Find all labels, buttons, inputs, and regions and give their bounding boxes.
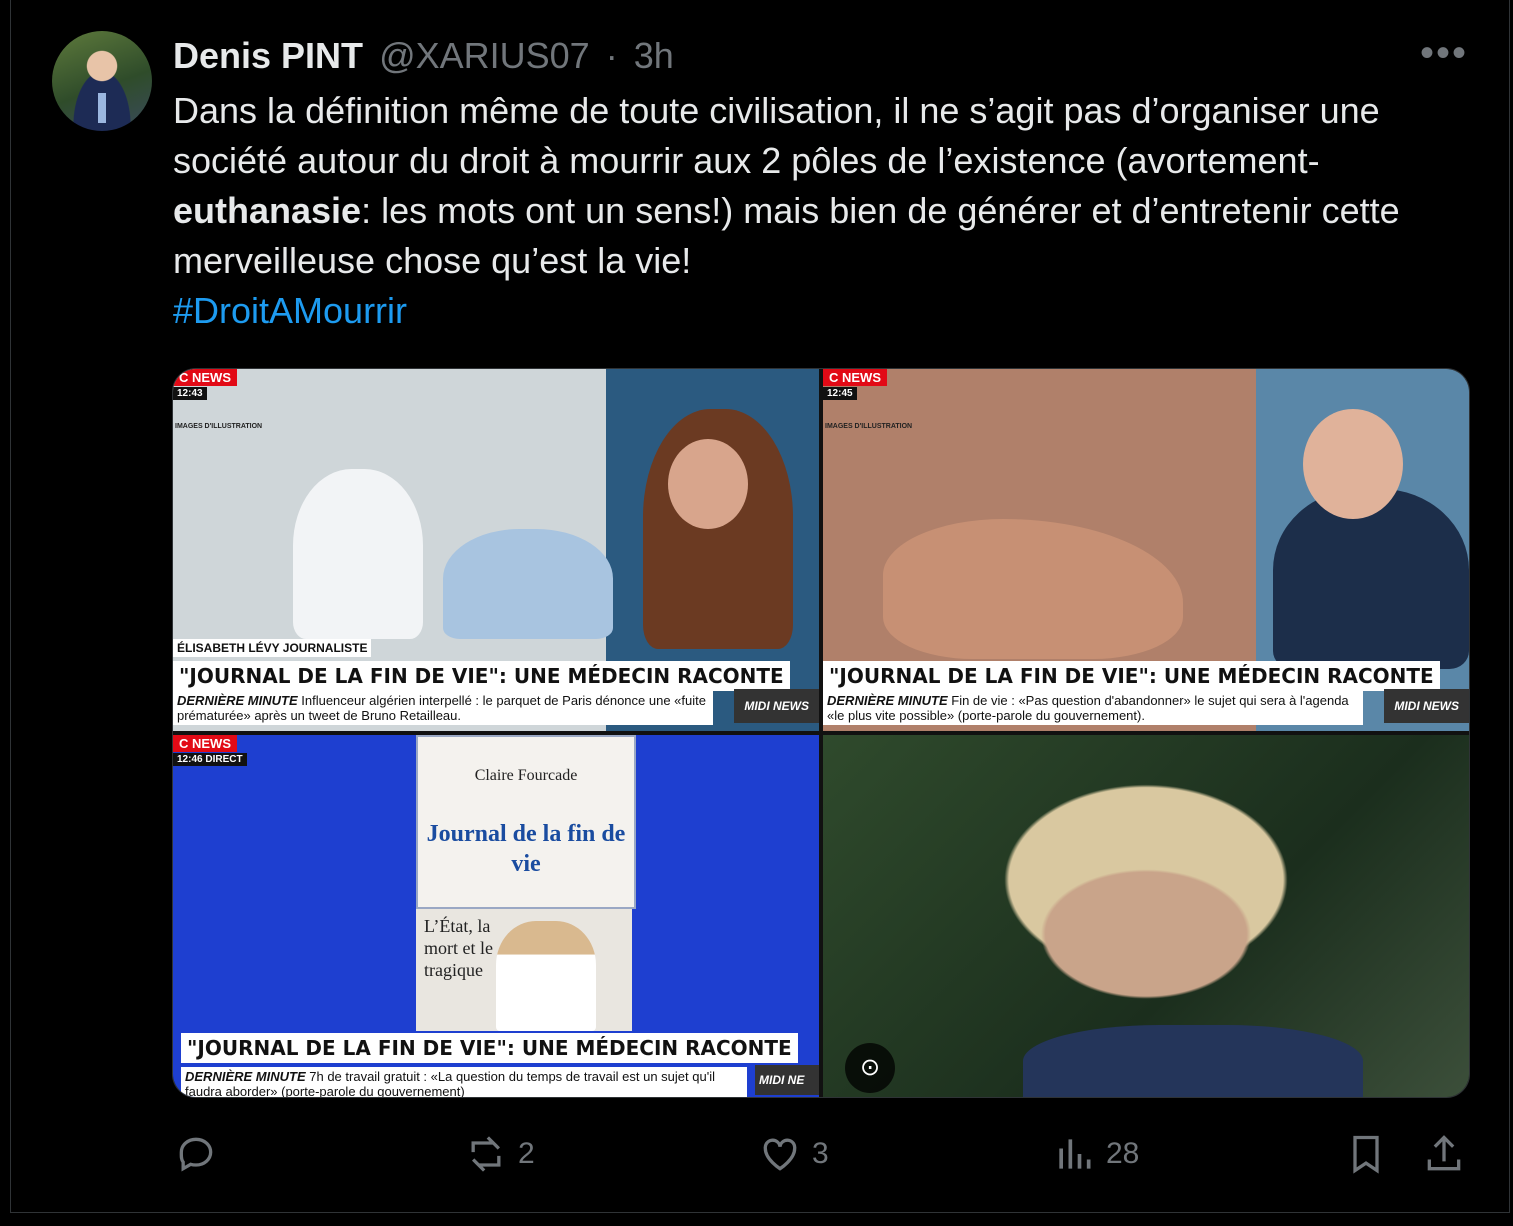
nurse-figure	[293, 469, 423, 639]
program-name: MIDI NE	[755, 1065, 819, 1095]
name-tag: ÉLISABETH LÉVY JOURNALISTE	[173, 639, 372, 657]
program-name: MIDI NEWS	[734, 689, 819, 723]
author-handle[interactable]: @XARIUS07	[379, 35, 590, 76]
ticker-label: DERNIÈRE MINUTE	[827, 693, 948, 708]
guest-face	[1303, 409, 1403, 519]
hashtag-link[interactable]: #DroitAMourrir	[173, 286, 1483, 336]
author-photo	[496, 921, 596, 1031]
share-button[interactable]	[1422, 1126, 1466, 1182]
separator: ·	[605, 35, 618, 76]
reply-icon	[179, 1137, 213, 1172]
tweet-text-part1: Dans la définition même de toute civilis…	[173, 90, 1380, 181]
author-name[interactable]: Denis PINT	[173, 35, 363, 76]
headline: "JOURNAL DE LA FIN DE VIE": UNE MÉDECIN …	[173, 661, 790, 691]
camera-lens-icon[interactable]: ⊙	[845, 1043, 895, 1093]
clock: 12:46 DIRECT	[173, 753, 247, 766]
tweet-header: Denis PINT @XARIUS07 · 3h	[173, 34, 674, 78]
media-image-2[interactable]: C NEWS 12:45 IMAGES D'ILLUSTRATION "JOUR…	[823, 369, 1469, 731]
channel-logo: C NEWS	[173, 369, 237, 386]
patient-figure	[443, 529, 613, 639]
book-author: Claire Fourcade	[474, 767, 578, 784]
tweet-text-bold: euthanasie	[173, 190, 362, 231]
program-name: MIDI NEWS	[1384, 689, 1469, 723]
ticker: DERNIÈRE MINUTE Fin de vie : «Pas questi…	[823, 691, 1363, 725]
repost-count: 2	[518, 1137, 535, 1170]
tweet-text: Dans la définition même de toute civilis…	[173, 86, 1483, 336]
presenter-face	[668, 439, 748, 529]
media-image-3[interactable]: Claire Fourcade Journal de la fin de vie…	[173, 735, 819, 1097]
clock: 12:45	[823, 387, 857, 400]
views-button[interactable]: 28	[1052, 1126, 1139, 1182]
avatar[interactable]	[52, 31, 152, 131]
media-image-1[interactable]: C NEWS 12:43 IMAGES D'ILLUSTRATION ÉLISA…	[173, 369, 819, 731]
repost-button[interactable]: 2	[464, 1126, 535, 1182]
portrait-jacket	[1023, 1025, 1363, 1097]
share-icon	[1427, 1135, 1461, 1171]
guest-figure	[1273, 489, 1469, 669]
book-title: Journal de la fin de vie	[426, 821, 626, 877]
timestamp[interactable]: 3h	[634, 35, 674, 76]
bookmark-icon	[1353, 1135, 1379, 1174]
ticker: DERNIÈRE MINUTE 7h de travail gratuit : …	[181, 1067, 747, 1097]
illustration-tag: IMAGES D'ILLUSTRATION	[825, 423, 913, 430]
reply-button[interactable]	[174, 1126, 228, 1182]
ticker-label: DERNIÈRE MINUTE	[185, 1069, 306, 1084]
like-count: 3	[812, 1137, 829, 1170]
media-image-4[interactable]: ⊙	[823, 735, 1469, 1097]
repost-icon	[471, 1136, 501, 1172]
headline: "JOURNAL DE LA FIN DE VIE": UNE MÉDECIN …	[823, 661, 1440, 691]
views-count: 28	[1106, 1137, 1140, 1170]
clock: 12:43	[173, 387, 207, 400]
media-grid: C NEWS 12:43 IMAGES D'ILLUSTRATION ÉLISA…	[172, 368, 1470, 1098]
illustration-tag: IMAGES D'ILLUSTRATION	[175, 423, 263, 430]
ticker-label: DERNIÈRE MINUTE	[177, 693, 298, 708]
channel-logo: C NEWS	[823, 369, 887, 386]
heart-icon	[763, 1138, 797, 1171]
action-bar: 2 3 28	[0, 1126, 1513, 1182]
more-options-icon[interactable]: •••	[1420, 33, 1468, 76]
views-icon	[1059, 1139, 1091, 1169]
book-cover-lower: L’État, la mort et le tragique	[416, 909, 632, 1031]
like-button[interactable]: 3	[758, 1126, 829, 1182]
channel-logo: C NEWS	[173, 735, 237, 752]
ticker: DERNIÈRE MINUTE Influenceur algérien int…	[173, 691, 713, 725]
headline: "JOURNAL DE LA FIN DE VIE": UNE MÉDECIN …	[181, 1033, 798, 1063]
book-subtitle: L’État, la mort et le tragique	[424, 916, 493, 980]
book-cover: Claire Fourcade Journal de la fin de vie	[416, 735, 636, 909]
bookmark-button[interactable]	[1344, 1126, 1388, 1182]
